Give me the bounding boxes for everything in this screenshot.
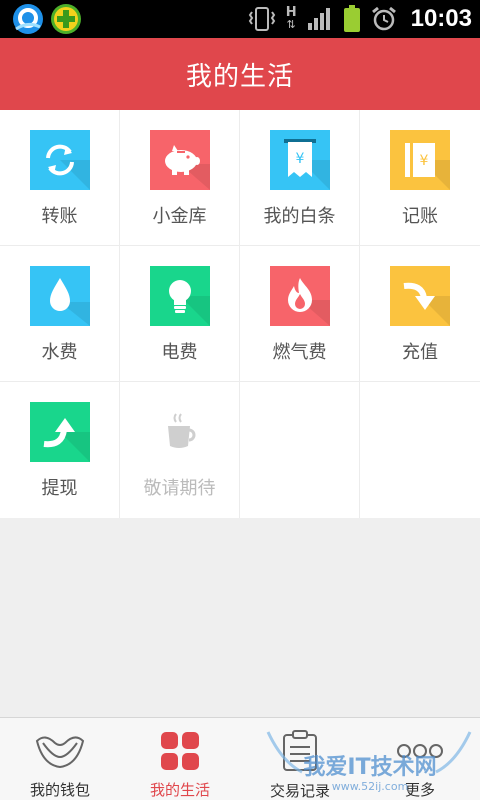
grid-item-label: 转账 (41, 206, 78, 227)
status-bar: H ⇅ 10:03 (0, 0, 480, 38)
recharge-tile (390, 266, 450, 326)
grid-item-label: 记账 (402, 206, 438, 227)
transfer-icon (45, 144, 90, 190)
gas-bill-tile (269, 266, 330, 326)
grid-item-baitiao[interactable]: ¥ 我的白条 (240, 110, 360, 246)
receipt-icon: ¥ (283, 139, 330, 190)
360-security-icon (51, 4, 81, 34)
nav-tab-label: 我的生活 (149, 781, 210, 799)
baitiao-tile: ¥ (269, 130, 330, 190)
data-arrows-icon: ⇅ (286, 18, 296, 31)
grid-empty-cell (360, 382, 480, 518)
app-header: 我的生活 (0, 38, 480, 110)
battery-icon (343, 5, 360, 32)
coming-soon-tile (150, 402, 210, 462)
electricity-bill-tile (149, 266, 210, 326)
withdraw-tile (29, 402, 90, 462)
grid-item-label: 提现 (41, 478, 78, 499)
grid-item-transfer[interactable]: 转账 (0, 110, 120, 246)
vibrate-icon (248, 7, 275, 31)
yuan-glyph: ¥ (295, 151, 304, 167)
grid-item-label: 我的白条 (263, 206, 336, 227)
qq-browser-icon (13, 4, 43, 34)
water-bill-tile (29, 266, 90, 326)
transfer-tile (29, 130, 90, 190)
network-type-indicator: H ⇅ (286, 6, 297, 31)
nav-tab-wallet[interactable]: 我的钱包 (0, 718, 120, 800)
services-grid: 转账 小金库 ¥ 我的白条 ¥ 记账 水费 电费 燃气费 充值 提现 敬请期待 (0, 110, 480, 518)
nav-tab-life[interactable]: 我的生活 (120, 718, 240, 800)
flame-icon (287, 278, 330, 326)
nav-tab-label: 更多 (404, 781, 435, 799)
grid-empty-cell (240, 382, 360, 518)
grid-item-label: 充值 (402, 342, 438, 363)
nav-tab-label: 我的钱包 (29, 781, 90, 799)
coffee-cup-icon (167, 413, 195, 448)
nav-tab-label: 交易记录 (269, 782, 330, 800)
signal-icon (307, 8, 330, 30)
light-bulb-icon (168, 280, 210, 326)
grid-item-withdraw[interactable]: 提现 (0, 382, 120, 518)
vault-tile (149, 130, 210, 190)
grid-item-gas-bill[interactable]: 燃气费 (240, 246, 360, 382)
clipboard-icon (283, 730, 317, 771)
grid-item-vault[interactable]: 小金库 (120, 110, 240, 246)
grid-item-coming-soon: 敬请期待 (120, 382, 240, 518)
ledger-icon: ¥ (405, 143, 450, 190)
nav-tab-transactions[interactable]: 交易记录 (240, 718, 360, 800)
clock-time: 10:03 (410, 5, 472, 32)
grid-item-bookkeeping[interactable]: ¥ 记账 (360, 110, 480, 246)
bookkeeping-tile: ¥ (390, 130, 450, 190)
grid-item-label: 燃气费 (272, 342, 327, 363)
wallet-icon (35, 736, 85, 768)
piggy-bank-icon (164, 145, 210, 190)
water-drop-icon (49, 278, 90, 326)
grid-squares-icon (161, 731, 199, 770)
grid-item-electricity-bill[interactable]: 电费 (120, 246, 240, 382)
recharge-arrow-icon (403, 282, 450, 326)
page-title: 我的生活 (185, 61, 294, 92)
bottom-nav: 我的钱包 我的生活 交易记录 更多 (0, 717, 480, 800)
grid-item-recharge[interactable]: 充值 (360, 246, 480, 382)
nav-tab-more[interactable]: 更多 (360, 718, 480, 800)
grid-item-label: 水费 (41, 342, 78, 363)
grid-item-water-bill[interactable]: 水费 (0, 246, 120, 382)
yuan-glyph: ¥ (420, 153, 429, 169)
alarm-icon (371, 6, 396, 31)
more-dots-icon (397, 743, 443, 758)
grid-item-label: 敬请期待 (143, 478, 216, 499)
withdraw-arrow-icon (43, 418, 90, 462)
grid-item-label: 小金库 (152, 206, 207, 227)
grid-item-label: 电费 (161, 342, 198, 363)
